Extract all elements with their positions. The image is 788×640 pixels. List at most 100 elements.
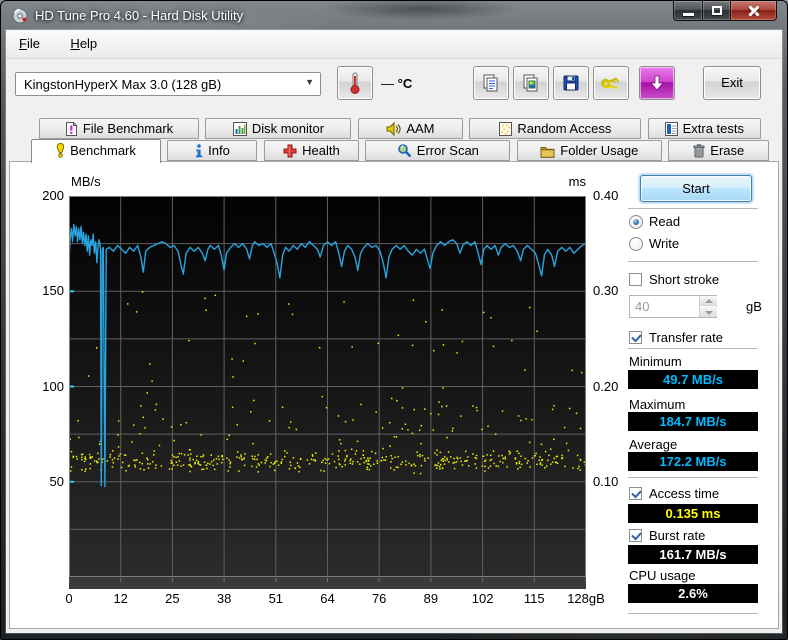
copy-text-icon	[481, 73, 501, 93]
titlebar: HD Tune Pro 4.60 - Hard Disk Utility	[1, 1, 787, 30]
copy-image-icon	[521, 73, 541, 93]
axis-tick-label: 25	[144, 591, 200, 606]
update-button[interactable]	[639, 66, 675, 100]
tab-strip-top: File Benchmark Disk monitor AAM	[39, 118, 763, 140]
copy-image-button[interactable]	[513, 66, 549, 100]
tab-file-benchmark[interactable]: File Benchmark	[39, 118, 199, 139]
read-radio-circle[interactable]	[629, 215, 643, 229]
benchmark-exclaim-icon	[56, 143, 65, 158]
tab-aam[interactable]: AAM	[358, 118, 463, 139]
tab-label: Random Access	[517, 121, 611, 136]
options-button[interactable]	[593, 66, 629, 100]
write-radio-circle[interactable]	[629, 237, 643, 251]
gb-unit-label: gB	[746, 299, 762, 314]
toolbar: KingstonHyperX Max 3.0 (128 gB) ▼ — °C	[6, 60, 782, 108]
benchmark-panel: MB/s ms 200150100500.400.300.200.1001225…	[9, 161, 779, 629]
menu-help[interactable]: Help	[57, 30, 110, 59]
aam-speaker-icon	[386, 122, 401, 136]
tab-health[interactable]: Health	[264, 140, 359, 161]
burst-rate-box[interactable]	[629, 529, 642, 542]
tab-error-scan[interactable]: Error Scan	[365, 140, 510, 161]
close-button[interactable]	[731, 1, 777, 21]
keys-icon	[600, 73, 622, 93]
tab-extra-tests[interactable]: Extra tests	[648, 118, 761, 139]
separator	[628, 477, 758, 478]
separator	[628, 208, 758, 209]
spinner-buttons	[699, 296, 716, 317]
burst-rate-value: 161.7 MB/s	[628, 545, 758, 564]
access-time-value: 0.135 ms	[628, 504, 758, 523]
tab-benchmark[interactable]: Benchmark	[31, 139, 161, 163]
tab-erase[interactable]: Erase	[668, 140, 769, 161]
short-stroke-input[interactable]	[630, 296, 698, 317]
tab-label: Info	[208, 143, 230, 158]
access-time-box[interactable]	[629, 487, 642, 500]
axis-tick-label: 76	[351, 591, 407, 606]
minimum-value: 49.7 MB/s	[628, 370, 758, 389]
short-stroke-spinner	[629, 295, 717, 318]
maximize-button[interactable]	[703, 1, 731, 21]
spinner-up-icon[interactable]	[700, 296, 717, 306]
client-area: File Help KingstonHyperX Max 3.0 (128 gB…	[6, 30, 782, 633]
axis-tick-label: 0.10	[593, 474, 618, 489]
burst-rate-checkbox[interactable]: Burst rate	[629, 528, 705, 544]
start-button[interactable]: Start	[640, 175, 752, 202]
axis-tick-label: 12	[93, 591, 149, 606]
tab-label: Extra tests	[683, 121, 744, 136]
write-radio[interactable]: Write	[629, 236, 679, 252]
axis-tick-label: 89	[403, 591, 459, 606]
tab-label: Folder Usage	[560, 143, 638, 158]
drive-select[interactable]: KingstonHyperX Max 3.0 (128 gB) ▼	[15, 72, 321, 96]
average-label: Average	[629, 437, 677, 452]
axis-tick-label: 51	[248, 591, 304, 606]
copy-text-button[interactable]	[473, 66, 509, 100]
axis-tick-label: 150	[18, 283, 64, 298]
minimize-button[interactable]	[673, 1, 703, 21]
axis-tick-label: 64	[300, 591, 356, 606]
axis-tick-label: 100	[18, 379, 64, 394]
tab-label: File Benchmark	[83, 121, 173, 136]
axis-tick-label: 0.30	[593, 283, 618, 298]
separator	[628, 261, 758, 262]
access-time-label: Access time	[649, 486, 719, 501]
tab-disk-monitor[interactable]: Disk monitor	[205, 118, 351, 139]
benchmark-plot	[69, 196, 586, 589]
temperature-button[interactable]	[337, 66, 373, 100]
tab-folder-usage[interactable]: Folder Usage	[517, 140, 662, 161]
thermometer-icon	[346, 71, 364, 95]
cpu-usage-value: 2.6%	[628, 584, 758, 603]
axis-tick-label: 200	[18, 188, 64, 203]
read-label: Read	[649, 214, 680, 229]
axis-tick-label: 0	[41, 591, 97, 606]
temperature-unit: °C	[398, 76, 413, 91]
exit-button[interactable]: Exit	[703, 66, 761, 100]
menubar: File Help	[6, 30, 782, 59]
tab-random-access[interactable]: Random Access	[469, 118, 641, 139]
access-time-checkbox[interactable]: Access time	[629, 486, 719, 502]
temperature-value: —	[381, 76, 394, 91]
tab-label: Error Scan	[417, 143, 479, 158]
spinner-down-icon[interactable]	[700, 307, 717, 317]
transfer-rate-box[interactable]	[629, 331, 642, 344]
left-axis-title: MB/s	[71, 174, 101, 189]
burst-rate-label: Burst rate	[649, 528, 705, 543]
random-access-icon	[499, 122, 512, 136]
temperature-readout: — °C	[381, 76, 412, 91]
short-stroke-checkbox[interactable]: Short stroke	[629, 272, 719, 288]
short-stroke-box[interactable]	[629, 273, 642, 286]
drive-select-value: KingstonHyperX Max 3.0 (128 gB)	[24, 77, 221, 92]
axis-tick-label: 38	[196, 591, 252, 606]
save-button[interactable]	[553, 66, 589, 100]
error-scan-icon	[397, 143, 412, 158]
transfer-rate-checkbox[interactable]: Transfer rate	[629, 330, 723, 346]
cpu-usage-label: CPU usage	[629, 568, 695, 583]
write-label: Write	[649, 236, 679, 251]
read-radio[interactable]: Read	[629, 214, 680, 230]
tab-label: AAM	[406, 121, 434, 136]
menu-file[interactable]: File	[6, 30, 53, 59]
tab-label: Erase	[710, 143, 744, 158]
axis-tick-label: 50	[18, 474, 64, 489]
tab-info[interactable]: Info	[167, 140, 257, 161]
disk-monitor-icon	[233, 122, 247, 136]
down-arrow-icon	[648, 74, 666, 92]
